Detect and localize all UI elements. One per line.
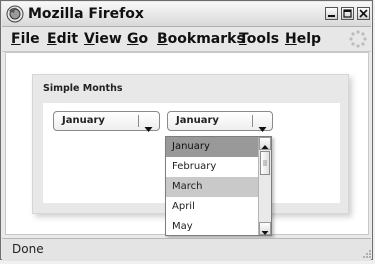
menu-bar: File Edit View Go Bookmarks Tools Help (2, 27, 371, 52)
throbber-icon (348, 29, 368, 49)
option-january[interactable]: January (166, 137, 258, 157)
option-february[interactable]: February (166, 157, 258, 177)
menu-bookmarks[interactable]: Bookmarks (157, 29, 245, 49)
menu-go[interactable]: Go (127, 29, 148, 49)
browser-window: Mozilla Firefox File Edit View Go Bookma… (0, 0, 373, 261)
window-title: Mozilla Firefox (28, 6, 144, 22)
menu-file[interactable]: File (11, 29, 40, 49)
chevron-down-icon[interactable] (144, 118, 153, 137)
scroll-up-button[interactable] (259, 137, 271, 150)
combo-divider (138, 115, 139, 127)
close-icon (359, 9, 368, 18)
minimize-button[interactable] (325, 7, 338, 20)
option-may[interactable]: May (166, 217, 258, 237)
status-text: Done (12, 242, 44, 256)
menu-help[interactable]: Help (285, 29, 321, 49)
minimize-icon (328, 15, 335, 17)
firefox-logo-icon (6, 5, 24, 23)
month-combo-1-value: January (62, 115, 105, 126)
scroll-down-icon (261, 231, 269, 235)
scroll-down-button[interactable] (259, 222, 271, 235)
grip-lines-icon (263, 160, 267, 166)
dropdown-options: January February March April May (166, 137, 258, 235)
scrollbar-thumb[interactable] (260, 151, 270, 175)
chevron-down-icon[interactable] (258, 118, 267, 137)
panel-title: Simple Months (43, 83, 123, 94)
menu-view[interactable]: View (84, 29, 122, 49)
combo-divider (252, 115, 253, 127)
month-combo-2[interactable]: January (167, 111, 273, 132)
month-combo-2-value: January (176, 115, 219, 126)
status-bar: Done (2, 238, 371, 261)
dropdown-scrollbar[interactable] (258, 137, 271, 235)
menu-tools[interactable]: Tools (239, 29, 279, 49)
maximize-button[interactable] (341, 7, 354, 20)
resize-grip-icon[interactable] (360, 245, 372, 258)
option-march[interactable]: March (166, 177, 258, 197)
title-bar[interactable]: Mozilla Firefox (2, 2, 371, 27)
menu-edit[interactable]: Edit (47, 29, 78, 49)
month-dropdown-list[interactable]: January February March April May (165, 136, 272, 236)
option-april[interactable]: April (166, 197, 258, 217)
maximize-icon (343, 9, 352, 18)
close-button[interactable] (357, 7, 370, 20)
month-combo-1[interactable]: January (53, 111, 160, 132)
